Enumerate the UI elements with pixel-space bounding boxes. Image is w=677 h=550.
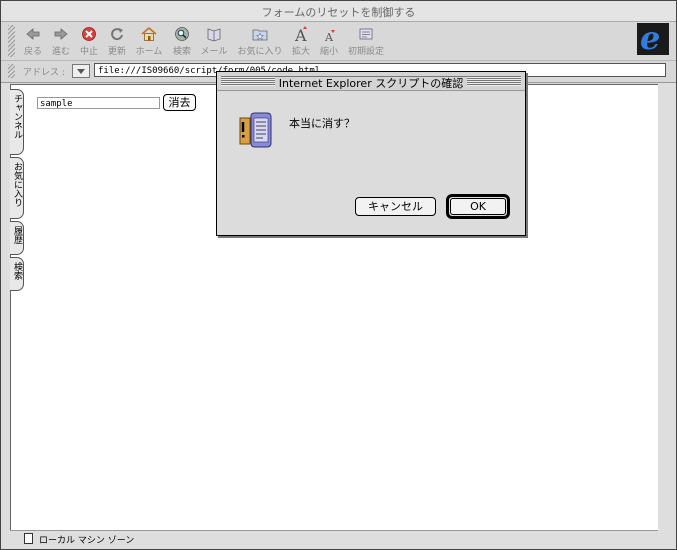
refresh-icon (111, 28, 123, 41)
dialog-title-bar[interactable]: Internet Explorer スクリプトの確認 (217, 72, 525, 91)
confirm-dialog: Internet Explorer スクリプトの確認 本当に消す？ キャンセル … (216, 71, 526, 236)
svg-text:A: A (324, 31, 334, 43)
browser-window: フォームのリセットを制御する 戻る 進む 中止 更新 ホーム 検索 メール お気… (0, 0, 677, 550)
text-larger-icon: A (294, 26, 307, 43)
tab-favorites[interactable]: お気に入り (10, 157, 24, 219)
cancel-button[interactable]: キャンセル (355, 197, 436, 216)
preferences-button[interactable]: 初期設定 (345, 24, 387, 58)
text-smaller-icon: A (324, 30, 335, 43)
text-field[interactable]: sample (37, 97, 160, 109)
dialog-message: 本当に消す？ (289, 117, 355, 130)
mail-icon (207, 28, 221, 42)
tab-history[interactable]: 履歴 (10, 221, 24, 255)
address-label: アドレス : (23, 68, 65, 78)
refresh-button[interactable]: 更新 (104, 24, 130, 58)
address-history-dropdown[interactable] (72, 64, 90, 78)
home-button[interactable]: ホーム (132, 24, 166, 58)
forward-button[interactable]: 進む (48, 24, 74, 58)
button-toolbar: 戻る 進む 中止 更新 ホーム 検索 メール お気に入り A 拡大 A 縮小 初… (1, 19, 676, 61)
ie-logo-icon: e (640, 19, 661, 57)
back-button[interactable]: 戻る (20, 24, 46, 58)
mail-button[interactable]: メール (198, 24, 230, 58)
favorites-button[interactable]: お気に入り (234, 24, 286, 58)
ok-button[interactable]: OK (450, 198, 506, 215)
stop-button[interactable]: 中止 (76, 24, 102, 58)
tab-channels[interactable]: チャンネル (10, 89, 24, 155)
script-alert-icon (239, 112, 272, 148)
home-icon (141, 26, 157, 41)
clear-button[interactable]: 消去 (163, 94, 196, 111)
right-scroll-area (658, 84, 674, 529)
status-bar: ローカル マシン ゾーン (10, 530, 658, 546)
ie-logo: e (637, 19, 669, 57)
status-zone-text: ローカル マシン ゾーン (39, 536, 135, 546)
toolbar-grip[interactable] (8, 25, 15, 57)
chevron-down-icon (77, 69, 85, 74)
text-larger-button[interactable]: A 拡大 (289, 24, 313, 58)
zone-icon (24, 533, 33, 544)
text-smaller-button[interactable]: A 縮小 (317, 24, 341, 58)
tab-search[interactable]: 検索 (10, 257, 24, 291)
back-arrow-icon (26, 28, 40, 40)
search-button[interactable]: 検索 (168, 24, 196, 58)
window-title: フォームのリセットを制御する (261, 6, 416, 19)
search-icon (175, 27, 189, 41)
forward-arrow-icon (54, 28, 68, 40)
favorites-icon (252, 29, 268, 41)
dialog-title: Internet Explorer スクリプトの確認 (274, 77, 468, 90)
preferences-icon (359, 28, 373, 40)
address-bar-grip[interactable] (8, 64, 15, 78)
explorer-bar-tabs: チャンネル お気に入り 履歴 検索 (1, 87, 24, 527)
title-bar[interactable]: フォームのリセットを制御する (1, 1, 676, 22)
stop-icon (82, 27, 96, 41)
